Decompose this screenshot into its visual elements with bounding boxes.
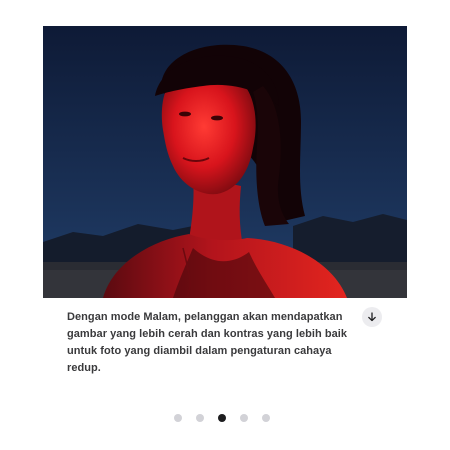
arrow-down-icon xyxy=(368,312,376,322)
night-portrait-image xyxy=(43,26,407,298)
gallery-photo xyxy=(43,26,407,298)
pagination-dot-5[interactable] xyxy=(262,414,270,422)
carousel: Dengan mode Malam, pelanggan akan mendap… xyxy=(0,0,450,450)
pagination-dot-4[interactable] xyxy=(240,414,248,422)
pagination-dot-1[interactable] xyxy=(174,414,182,422)
photo-caption: Dengan mode Malam, pelanggan akan mendap… xyxy=(67,311,348,374)
pagination-dot-2[interactable] xyxy=(196,414,204,422)
carousel-pagination xyxy=(174,414,270,422)
expand-caption-button[interactable] xyxy=(362,307,382,327)
pagination-dot-3[interactable] xyxy=(218,414,226,422)
